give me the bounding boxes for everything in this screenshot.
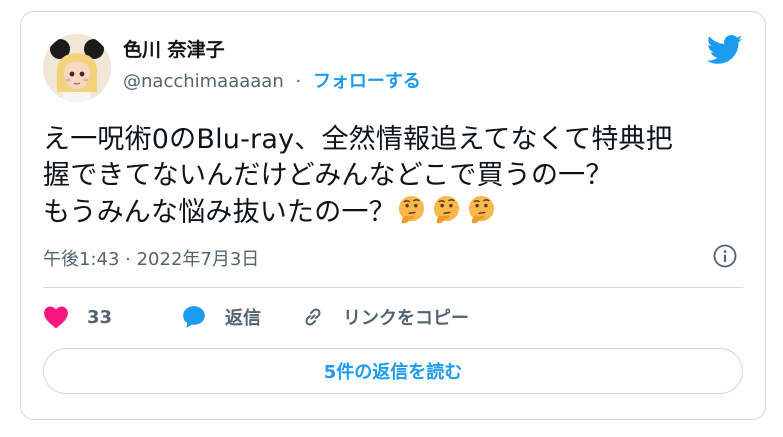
display-name[interactable]: 色川 奈津子 (123, 38, 421, 62)
link-icon (305, 308, 321, 326)
copy-link-label: リンクをコピー (343, 308, 469, 329)
avatar[interactable] (43, 34, 111, 102)
tweet-line-3-text: もうみんな悩み抜いたの一？ (43, 197, 396, 228)
handle-row: @nacchimaaaaan · フォローする (123, 71, 421, 93)
twitter-bird-icon[interactable] (707, 35, 743, 65)
thinking-face-icon (398, 195, 424, 224)
tweet-line-2: 握できてないんだけどみんなどこで買うの一？ (43, 160, 613, 191)
author-block: 色川 奈津子 @nacchimaaaaan · フォローする (123, 38, 421, 93)
heart-icon (44, 306, 68, 329)
thinking-face-icon (433, 195, 459, 224)
thinking-face-icon (468, 195, 494, 224)
handle[interactable]: @nacchimaaaaan (123, 71, 284, 92)
like-count: 33 (87, 306, 113, 328)
emoji-group (396, 195, 501, 228)
timestamp[interactable]: 午後1:43 · 2022年7月3日 (43, 245, 259, 271)
copy-link-button[interactable]: リンクをコピー (301, 302, 469, 332)
tweet-line-3: もうみんな悩み抜いたの一？ (43, 194, 743, 231)
read-replies-button[interactable]: 5件の返信を読む (43, 348, 743, 394)
separator: · (295, 71, 302, 92)
reply-button[interactable]: 返信 (181, 302, 261, 332)
reply-label: 返信 (225, 308, 261, 329)
reply-bubble-icon (183, 306, 205, 328)
like-button[interactable]: 33 (43, 302, 112, 332)
tweet-text: え一呪術0のBlu-ray、全然情報追えてなくて特典把 握できてないんだけどみん… (43, 122, 743, 231)
tweet-line-1: え一呪術0のBlu-ray、全然情報追えてなくて特典把 (43, 124, 673, 155)
tweet-card: 色川 奈津子 @nacchimaaaaan · フォローする え一呪術0のBlu… (20, 11, 766, 420)
follow-button[interactable]: フォローする (313, 71, 421, 92)
divider (43, 287, 743, 288)
info-icon[interactable] (713, 244, 737, 268)
